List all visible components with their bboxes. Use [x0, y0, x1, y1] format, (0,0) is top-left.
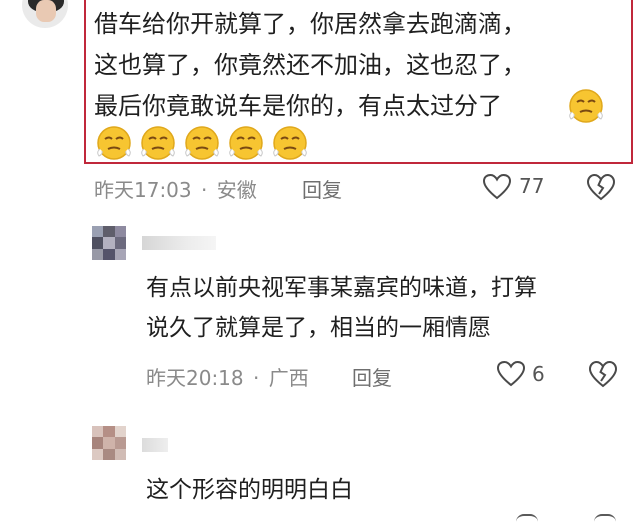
comment-line: 说久了就算是了，相当的一厢情愿 — [146, 315, 491, 341]
face-with-steam-emoji — [141, 126, 175, 160]
avatar[interactable] — [22, 0, 68, 28]
comment-line: 这也算了，你竟然还不加油，这也忍了， — [94, 51, 526, 79]
comment-location: 安徽 — [216, 178, 257, 202]
blurred-username — [142, 438, 168, 452]
face-with-steam-emoji — [97, 126, 131, 160]
avatar[interactable] — [92, 226, 126, 260]
comment-line: 借车给你开就算了，你居然拿去跑滴滴， — [94, 10, 526, 38]
meta-separator: · — [253, 366, 260, 390]
heart-outline-icon[interactable] — [482, 173, 512, 201]
face-with-steam-emoji — [273, 126, 307, 160]
meta-separator: · — [201, 178, 208, 202]
comment-meta: 昨天20:18 · 广西 — [146, 362, 309, 391]
emoji-row — [94, 121, 310, 163]
comment-text: 有点以前央视军事某嘉宾的味道，打算 说久了就算是了，相当的一厢情愿 — [146, 268, 537, 348]
avatar[interactable] — [92, 426, 126, 460]
comment-meta: 昨天17:03 · 安徽 — [94, 174, 257, 203]
comment-location: 广西 — [268, 366, 309, 390]
broken-heart-icon[interactable] — [588, 359, 618, 389]
heart-outline-icon[interactable] — [496, 360, 526, 388]
blurred-username — [142, 236, 216, 250]
mosaic-avatar — [92, 226, 126, 260]
like-count: 6 — [532, 362, 545, 386]
reply-button[interactable]: 回复 — [352, 362, 392, 391]
comment-text: 借车给你开就算了，你居然拿去跑滴滴， 这也算了，你竟然还不加油，这也忍了， 最后… — [94, 4, 624, 127]
reply-button[interactable]: 回复 — [302, 174, 342, 203]
broken-heart-icon[interactable] — [594, 514, 616, 522]
heart-outline-icon[interactable] — [516, 514, 538, 522]
comment-time: 昨天20:18 — [146, 366, 244, 390]
mosaic-avatar — [92, 426, 126, 460]
broken-heart-icon[interactable] — [586, 172, 616, 202]
comment-time: 昨天17:03 — [94, 178, 192, 202]
like-count: 77 — [519, 174, 545, 198]
comment-line: 这个形容的明明白白 — [146, 477, 353, 503]
comment-text: 这个形容的明明白白 — [146, 470, 353, 510]
face-with-steam-emoji — [229, 126, 263, 160]
face-with-steam-emoji — [569, 89, 603, 123]
face-with-steam-emoji — [185, 126, 219, 160]
comment-line: 有点以前央视军事某嘉宾的味道，打算 — [146, 275, 537, 301]
